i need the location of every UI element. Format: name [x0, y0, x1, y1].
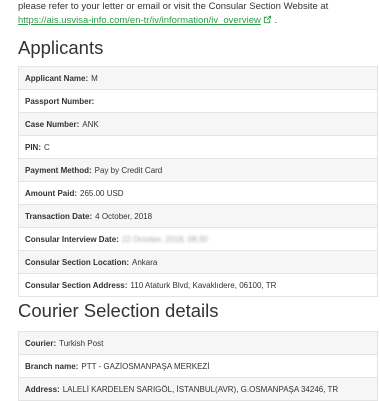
table-row: Branch name: PTT - GAZİOSMANPAŞA MERKEZİ [19, 355, 377, 378]
table-row: Payment Method: Pay by Credit Card [19, 159, 377, 182]
table-row: Passport Number: [19, 90, 377, 113]
courier-heading: Courier Selection details [18, 300, 219, 321]
amount-paid-value: 265.00 USD [80, 188, 124, 198]
external-link-icon[interactable] [263, 15, 272, 29]
section-address-label: Consular Section Address: [25, 280, 128, 290]
table-row: Courier: Turkish Post [19, 332, 377, 355]
table-row: Consular Section Location: Ankara [19, 251, 377, 274]
branch-name-label: Branch name: [25, 361, 79, 371]
table-row: Applicant Name: M [19, 67, 377, 90]
payment-method-label: Payment Method: [25, 165, 92, 175]
applicant-name-label: Applicant Name: [25, 73, 89, 83]
interview-date-value: 22 October, 2018, 08:30 [121, 234, 208, 244]
courier-address-value: LALELİ KARDELEN SARIGÖL, İSTANBUL(AVR), … [62, 384, 339, 394]
table-row: Address: LALELİ KARDELEN SARIGÖL, İSTANB… [19, 378, 377, 401]
courier-table: Courier: Turkish Post Branch name: PTT -… [18, 331, 378, 401]
table-row: Amount Paid: 265.00 USD [19, 182, 377, 205]
section-location-label: Consular Section Location: [25, 257, 130, 267]
section-address-value: 110 Ataturk Blvd, Kavaklıdere, 06100, TR [130, 280, 277, 290]
section-location-value: Ankara [132, 257, 158, 267]
table-row: Case Number: ANK [19, 113, 377, 136]
pin-value: C [44, 142, 50, 152]
table-row: PIN: C [19, 136, 377, 159]
applicants-table: Applicant Name: M Passport Number: Case … [18, 66, 378, 297]
courier-value: Turkish Post [59, 338, 104, 348]
applicants-heading: Applicants [18, 37, 104, 58]
amount-paid-label: Amount Paid: [25, 188, 77, 198]
applicant-name-value: M [91, 73, 98, 83]
intro-line: please refer to your letter or email or … [18, 1, 329, 12]
courier-address-label: Address: [25, 384, 60, 394]
payment-method-value: Pay by Credit Card [94, 165, 163, 175]
branch-name-value: PTT - GAZİOSMANPAŞA MERKEZİ [81, 361, 210, 371]
table-row: Consular Section Address: 110 Ataturk Bl… [19, 274, 377, 297]
intro-suffix: . [274, 14, 278, 26]
transaction-date-value: 4 October, 2018 [95, 211, 153, 221]
table-row: Transaction Date: 4 October, 2018 [19, 205, 377, 228]
transaction-date-label: Transaction Date: [25, 211, 93, 221]
intro-text: please refer to your letter or email or … [18, 0, 378, 28]
consular-website-link[interactable]: https://ais.usvisa-info.com/en-tr/iv/inf… [18, 15, 261, 26]
passport-number-label: Passport Number: [25, 96, 95, 106]
case-number-value: ANK [82, 119, 99, 129]
courier-label: Courier: [25, 338, 57, 348]
pin-label: PIN: [25, 142, 41, 152]
interview-date-label: Consular Interview Date: [25, 234, 119, 244]
table-row: Consular Interview Date: 22 October, 201… [19, 228, 377, 251]
case-number-label: Case Number: [25, 119, 80, 129]
